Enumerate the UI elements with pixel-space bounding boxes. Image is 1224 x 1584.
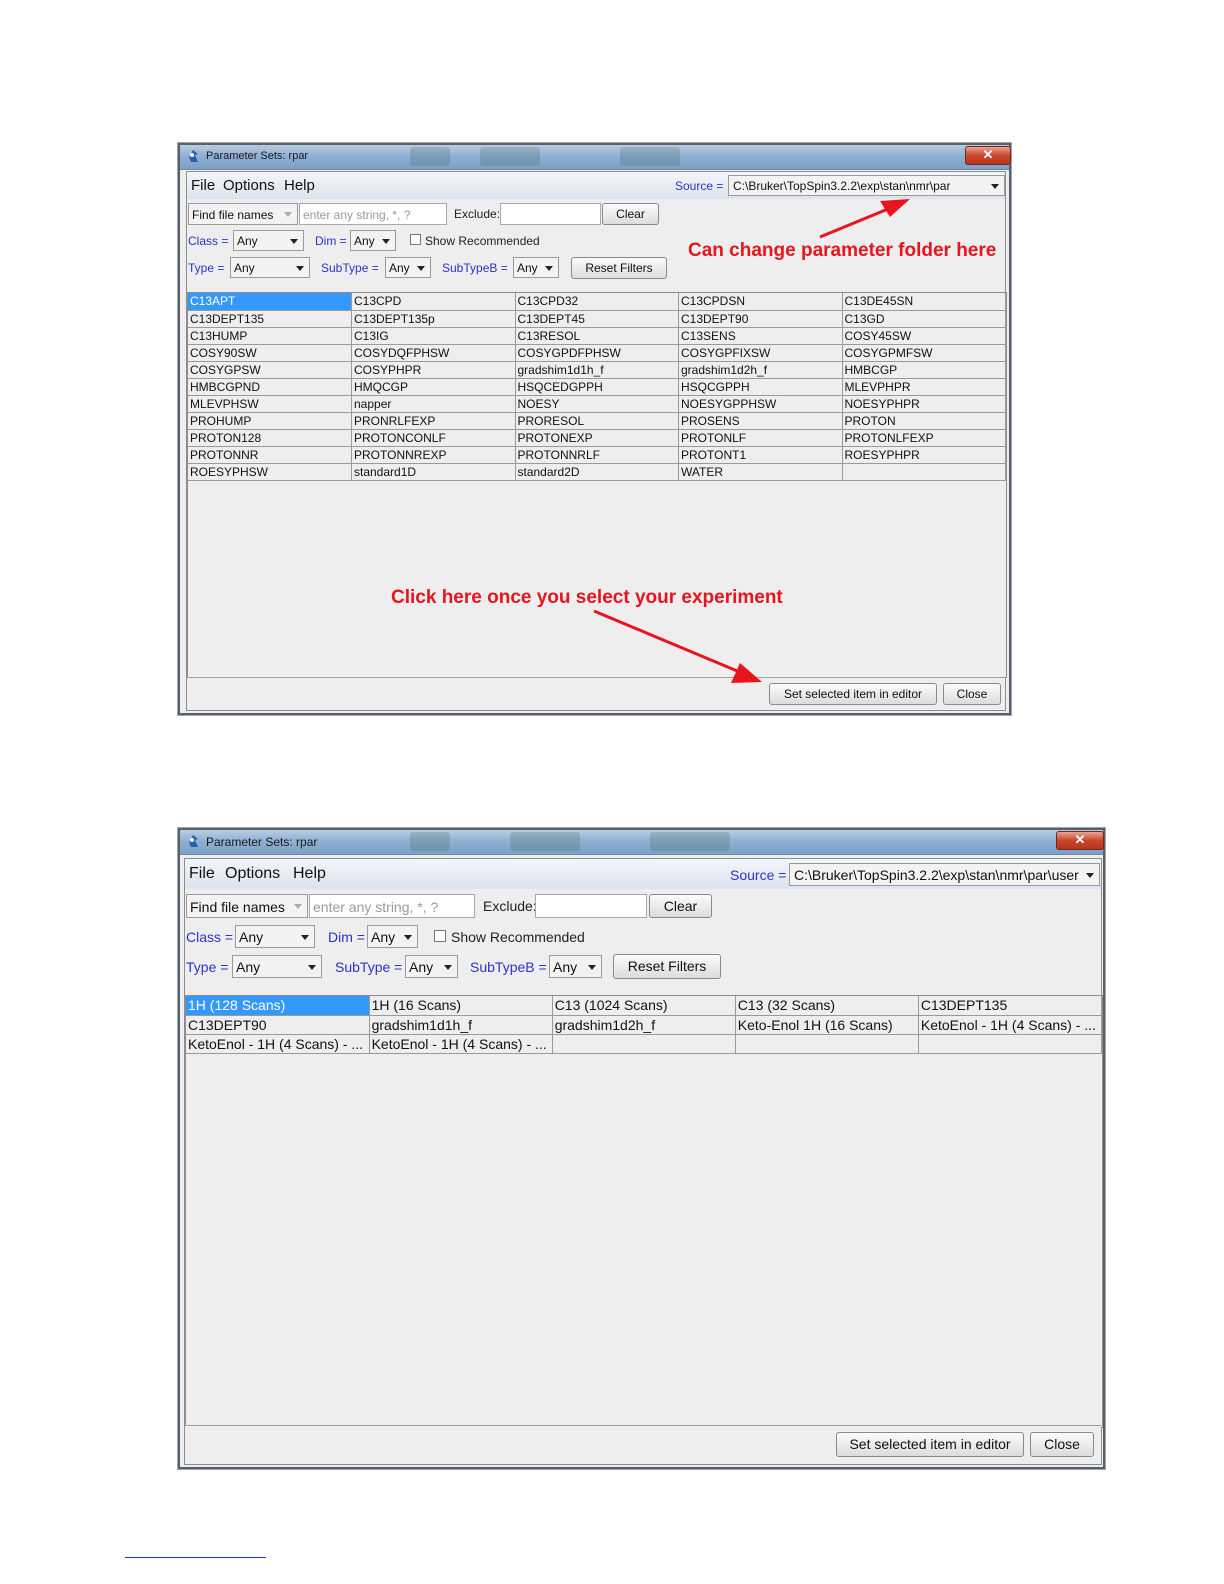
table-cell[interactable] [918,1034,1102,1054]
table-cell[interactable]: C13 (1024 Scans) [552,996,736,1016]
chevron-down-icon [308,964,316,970]
menu-file[interactable]: File [189,865,215,883]
subtypeb-label: SubTypeB = [470,959,547,975]
set-selected-item-button[interactable]: Set selected item in editor [836,1432,1024,1457]
subtype-label: SubType = [335,959,403,975]
annotation-arrows [593,199,910,683]
title-background-shade [650,832,730,851]
class-dropdown[interactable]: Any [235,925,315,948]
reset-filters-button[interactable]: Reset Filters [613,954,721,979]
chevron-down-icon [444,964,452,970]
arrow-to-set-button-icon [593,609,743,675]
title-background-shade [410,832,450,851]
class-label: Class = [186,929,234,945]
table-cell[interactable]: 1H (16 Scans) [369,996,553,1016]
parameter-set-grid: 1H (128 Scans) 1H (16 Scans) C13 (1024 Sca… [186,996,1102,1054]
dim-dropdown[interactable]: Any [367,925,418,948]
table-cell[interactable]: KetoEnol - 1H (4 Scans) - ... [186,1034,370,1054]
table-cell[interactable]: 1H (128 Scans) [186,996,370,1016]
dim-value: Any [371,929,396,945]
title-bar[interactable]: Parameter Sets: rpar ✕ [180,830,1104,855]
type-label: Type = [186,959,229,975]
table-row[interactable]: 1H (128 Scans) 1H (16 Scans) C13 (1024 Sca… [186,996,1102,1016]
chevron-down-icon [1086,872,1094,878]
source-label: Source = [730,867,787,883]
find-mode-value: Find file names [190,899,285,915]
window-close-icon[interactable]: ✕ [1056,831,1104,850]
table-cell[interactable] [735,1034,919,1054]
window-content: File Options Help Source = C:\Bruker\Top… [184,858,1103,1465]
window-title: Parameter Sets: rpar [206,835,318,849]
subtypeb-value: Any [553,959,578,975]
menu-bar: File Options Help Source = C:\Bruker\Top… [185,859,1101,889]
arrow-head-icon [880,199,910,217]
footnote-separator [125,1557,266,1558]
find-mode-dropdown[interactable]: Find file names [186,894,308,918]
table-cell[interactable] [552,1034,736,1054]
clear-button[interactable]: Clear [649,894,712,918]
type-dropdown[interactable]: Any [232,955,322,978]
show-recommended-label: Show Recommended [451,929,585,945]
chevron-down-icon [404,934,412,940]
class-value: Any [239,929,264,945]
table-cell[interactable]: C13 (32 Scans) [735,996,919,1016]
table-cell[interactable]: C13DEPT90 [186,1015,370,1035]
type-value: Any [236,959,261,975]
table-cell[interactable]: gradshim1d2h_f [552,1015,736,1035]
arrow-head-icon [731,663,762,683]
chevron-down-icon [588,964,596,970]
button-bar: Set selected item in editor Close [185,1425,1101,1464]
source-value: C:\Bruker\TopSpin3.2.2\exp\stan\nmr\par\… [794,867,1079,883]
chevron-down-icon [294,904,302,909]
parameter-sets-window-2: Parameter Sets: rpar ✕ File Options Help… [178,828,1105,1469]
source-dropdown[interactable]: C:\Bruker\TopSpin3.2.2\exp\stan\nmr\par\… [789,863,1100,886]
dim-label: Dim = [328,929,365,945]
subtypeb-dropdown[interactable]: Any [549,955,602,978]
show-recommended-checkbox[interactable] [434,930,446,942]
table-cell[interactable]: KetoEnol - 1H (4 Scans) - ... [369,1034,553,1054]
chevron-down-icon [301,934,309,940]
menu-options[interactable]: Options [225,865,280,883]
parameter-set-table: 1H (128 Scans) 1H (16 Scans) C13 (1024 Sca… [185,995,1103,1428]
menu-help[interactable]: Help [293,865,326,883]
title-background-shade [510,832,580,851]
table-row[interactable]: C13DEPT90 gradshim1d1h_f gradshim1d2h_f Ket… [186,1015,1102,1035]
table-cell[interactable]: C13DEPT135 [918,996,1102,1016]
table-cell[interactable]: Keto-Enol 1H (16 Scans) [735,1015,919,1035]
table-cell[interactable]: KetoEnol - 1H (4 Scans) - ... [918,1015,1102,1035]
subtype-value: Any [409,959,434,975]
table-cell[interactable]: gradshim1d1h_f [369,1015,553,1035]
subtype-dropdown[interactable]: Any [405,955,458,978]
arrow-to-source-icon [819,204,896,239]
exclude-input[interactable] [535,894,647,918]
table-row[interactable]: KetoEnol - 1H (4 Scans) - ... KetoEnol - … [186,1034,1102,1054]
topspin-app-icon [189,835,198,847]
close-button[interactable]: Close [1030,1432,1094,1457]
search-input[interactable]: enter any string, *, ? [309,894,475,918]
exclude-label: Exclude: [483,898,537,914]
search-placeholder: enter any string, *, ? [313,899,439,915]
